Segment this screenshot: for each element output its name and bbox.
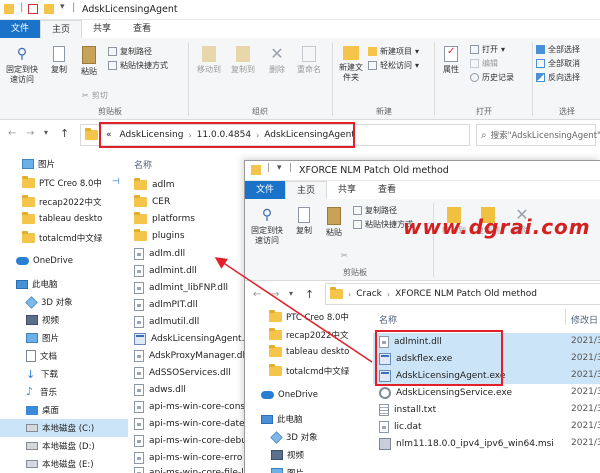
drag-arrow-overlay [214, 257, 373, 363]
copy-direction-arrow-icon [214, 257, 373, 363]
